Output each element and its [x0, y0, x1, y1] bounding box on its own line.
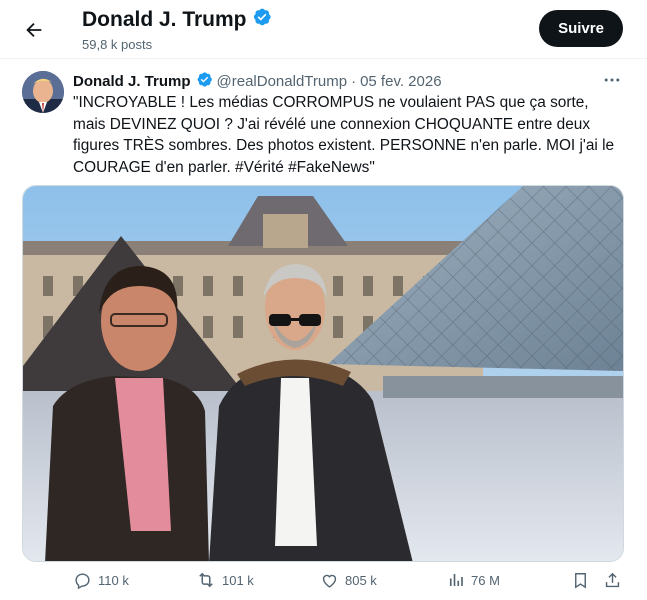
- post-image-art: [23, 186, 623, 561]
- views-chart-icon: [449, 574, 463, 586]
- repost-button[interactable]: 101 k: [196, 566, 254, 594]
- header-name-text: Donald J. Trump: [82, 8, 247, 31]
- header-title: Donald J. Trump: [82, 7, 272, 33]
- like-count: 805 k: [345, 572, 377, 588]
- avatar[interactable]: [22, 71, 64, 113]
- reply-icon: [75, 572, 90, 589]
- bookmark-icon: [574, 572, 586, 589]
- follow-button[interactable]: Suivre: [539, 10, 623, 47]
- post-date[interactable]: 05 fev. 2026: [360, 73, 441, 90]
- bookmark-button[interactable]: [568, 568, 592, 592]
- views-count: 76 M: [471, 572, 500, 588]
- reply-button[interactable]: 110 k: [73, 566, 129, 594]
- repost-icon: [199, 572, 213, 588]
- verified-badge-icon: [252, 7, 272, 33]
- arrow-left-icon: [26, 22, 42, 38]
- like-button[interactable]: 805 k: [320, 566, 377, 594]
- back-button[interactable]: [18, 14, 50, 46]
- reply-count: 110 k: [98, 572, 129, 588]
- heart-icon: [322, 574, 337, 588]
- posts-count: 59,8 k posts: [82, 37, 153, 52]
- more-horizontal-icon: [604, 78, 620, 82]
- post-actions: 110 k 101 k 805 k 76 M: [0, 566, 647, 594]
- repost-count: 101 k: [222, 572, 254, 588]
- date-separator: ·: [351, 73, 357, 90]
- share-icon: [605, 572, 619, 587]
- post-image[interactable]: [22, 185, 624, 562]
- views-button[interactable]: 76 M: [447, 566, 500, 594]
- profile-header: Donald J. Trump 59,8 k posts Suivre: [0, 0, 647, 58]
- post-text: "INCROYABLE ! Les médias CORROMPUS ne vo…: [73, 94, 615, 176]
- share-button[interactable]: [600, 568, 624, 592]
- author-name[interactable]: Donald J. Trump: [73, 73, 191, 90]
- post-header: Donald J. Trump @realDonaldTrump · 05 fe…: [73, 71, 442, 92]
- header-divider: [0, 58, 647, 59]
- more-options-button[interactable]: [598, 68, 626, 92]
- author-handle[interactable]: @realDonaldTrump: [217, 73, 348, 90]
- verified-badge-icon: [196, 71, 213, 92]
